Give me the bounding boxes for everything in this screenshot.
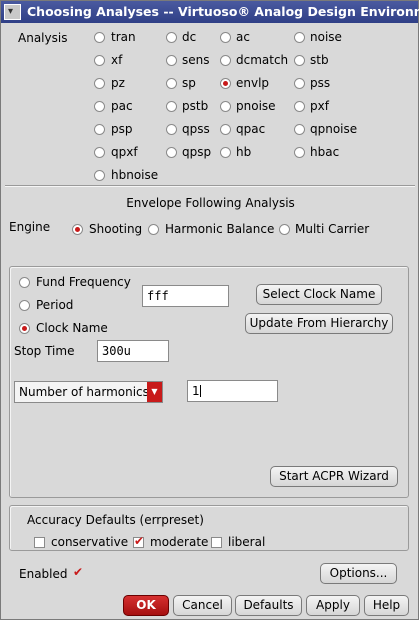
- analysis-option-qpsp[interactable]: qpsp: [182, 145, 211, 159]
- analysis-option-xf[interactable]: xf: [111, 53, 122, 67]
- analysis-option-hb[interactable]: hb: [236, 145, 251, 159]
- radio-pac[interactable]: [94, 101, 105, 112]
- accuracy-heading: Accuracy Defaults (errpreset): [27, 513, 204, 527]
- dropdown-arrow-icon[interactable]: ▼: [147, 382, 162, 402]
- window-title: Choosing Analyses -- Virtuoso® Analog De…: [27, 4, 419, 19]
- checkbox-liberal[interactable]: [211, 537, 222, 548]
- radio-clock-name[interactable]: [19, 323, 30, 334]
- radio-tran[interactable]: [94, 32, 105, 43]
- radio-hbnoise[interactable]: [94, 170, 105, 181]
- analysis-option-dc[interactable]: dc: [182, 30, 196, 44]
- radio-engine-shooting[interactable]: [72, 224, 83, 235]
- radio-engine-harmonic-balance[interactable]: [148, 224, 159, 235]
- radio-pxf[interactable]: [294, 101, 305, 112]
- analysis-option-envlp[interactable]: envlp: [236, 76, 269, 90]
- radio-pnoise[interactable]: [220, 101, 231, 112]
- checkbox-moderate[interactable]: [133, 534, 144, 548]
- harmonics-value: 1: [192, 384, 200, 398]
- analysis-option-hbnoise[interactable]: hbnoise: [111, 168, 158, 182]
- text-cursor: [199, 385, 201, 397]
- radio-pstb[interactable]: [166, 101, 177, 112]
- harmonics-type-select[interactable]: Number of harmonics ▼: [14, 381, 163, 403]
- radio-engine-multi-carrier[interactable]: [279, 224, 290, 235]
- radio-stb[interactable]: [294, 55, 305, 66]
- analysis-option-pxf[interactable]: pxf: [310, 99, 329, 113]
- analysis-option-noise[interactable]: noise: [310, 30, 342, 44]
- window-menu-icon[interactable]: ▾: [4, 4, 21, 20]
- ok-button[interactable]: OK: [123, 595, 169, 616]
- radio-qpnoise[interactable]: [294, 124, 305, 135]
- radio-qpxf[interactable]: [94, 147, 105, 158]
- analysis-option-pnoise[interactable]: pnoise: [236, 99, 276, 113]
- engine-option-shooting[interactable]: Shooting: [89, 222, 142, 236]
- analysis-option-pac[interactable]: pac: [111, 99, 133, 113]
- radio-xf[interactable]: [94, 55, 105, 66]
- analysis-option-qpnoise[interactable]: qpnoise: [310, 122, 357, 136]
- separator: [5, 185, 415, 187]
- radio-noise[interactable]: [294, 32, 305, 43]
- radio-qpsp[interactable]: [166, 147, 177, 158]
- analysis-option-ac[interactable]: ac: [236, 30, 250, 44]
- accuracy-liberal-label[interactable]: liberal: [228, 535, 265, 549]
- analysis-option-qpss[interactable]: qpss: [182, 122, 210, 136]
- period-label[interactable]: Period: [36, 298, 73, 312]
- accuracy-conservative-label[interactable]: conservative: [51, 535, 128, 549]
- harmonics-input[interactable]: 1: [187, 380, 278, 402]
- radio-sp[interactable]: [166, 78, 177, 89]
- analysis-option-hbac[interactable]: hbac: [310, 145, 339, 159]
- fund-frequency-label[interactable]: Fund Frequency: [36, 275, 131, 289]
- engine-label: Engine: [9, 220, 51, 234]
- radio-sens[interactable]: [166, 55, 177, 66]
- analysis-option-sp[interactable]: sp: [182, 76, 196, 90]
- analysis-option-qpxf[interactable]: qpxf: [111, 145, 138, 159]
- title-bar[interactable]: ▾ Choosing Analyses -- Virtuoso® Analog …: [1, 1, 419, 23]
- choosing-analyses-dialog: ▾ Choosing Analyses -- Virtuoso® Analog …: [0, 0, 419, 620]
- accuracy-moderate-label[interactable]: moderate: [150, 535, 208, 549]
- radio-dcmatch[interactable]: [220, 55, 231, 66]
- radio-pss[interactable]: [294, 78, 305, 89]
- update-from-hierarchy-button[interactable]: Update From Hierarchy: [245, 313, 393, 334]
- engine-option-multi-carrier[interactable]: Multi Carrier: [295, 222, 369, 236]
- stop-time-label: Stop Time: [14, 344, 75, 358]
- apply-button[interactable]: Apply: [306, 595, 360, 616]
- clock-name-label[interactable]: Clock Name: [36, 321, 108, 335]
- help-button[interactable]: Help: [364, 595, 409, 616]
- radio-dc[interactable]: [166, 32, 177, 43]
- analysis-option-pz[interactable]: pz: [111, 76, 125, 90]
- analysis-option-qpac[interactable]: qpac: [236, 122, 265, 136]
- harmonics-type-value: Number of harmonics: [19, 385, 149, 399]
- options-button[interactable]: Options...: [320, 563, 397, 584]
- stop-time-input[interactable]: 300u: [97, 340, 169, 362]
- radio-psp[interactable]: [94, 124, 105, 135]
- radio-envlp[interactable]: [220, 78, 231, 89]
- select-clock-name-button[interactable]: Select Clock Name: [256, 284, 382, 305]
- radio-hb[interactable]: [220, 147, 231, 158]
- defaults-button[interactable]: Defaults: [235, 595, 302, 616]
- envelope-heading: Envelope Following Analysis: [126, 196, 295, 210]
- radio-qpss[interactable]: [166, 124, 177, 135]
- radio-hbac[interactable]: [294, 147, 305, 158]
- radio-qpac[interactable]: [220, 124, 231, 135]
- engine-option-harmonic-balance[interactable]: Harmonic Balance: [165, 222, 274, 236]
- analysis-option-pss[interactable]: pss: [310, 76, 330, 90]
- analysis-option-dcmatch[interactable]: dcmatch: [236, 53, 288, 67]
- radio-ac[interactable]: [220, 32, 231, 43]
- start-acpr-wizard-button[interactable]: Start ACPR Wizard: [270, 466, 398, 487]
- analysis-option-stb[interactable]: stb: [310, 53, 329, 67]
- analysis-label: Analysis: [18, 31, 68, 45]
- clock-name-input[interactable]: fff: [142, 285, 229, 307]
- radio-pz[interactable]: [94, 78, 105, 89]
- cancel-button[interactable]: Cancel: [173, 595, 232, 616]
- analysis-option-pstb[interactable]: pstb: [182, 99, 208, 113]
- enabled-label: Enabled: [19, 567, 68, 581]
- radio-period[interactable]: [19, 300, 30, 311]
- radio-fund-frequency[interactable]: [19, 277, 30, 288]
- checkbox-conservative[interactable]: [34, 537, 45, 548]
- enabled-checkbox[interactable]: [73, 565, 84, 580]
- analysis-option-psp[interactable]: psp: [111, 122, 133, 136]
- analysis-option-sens[interactable]: sens: [182, 53, 210, 67]
- analysis-option-tran[interactable]: tran: [111, 30, 136, 44]
